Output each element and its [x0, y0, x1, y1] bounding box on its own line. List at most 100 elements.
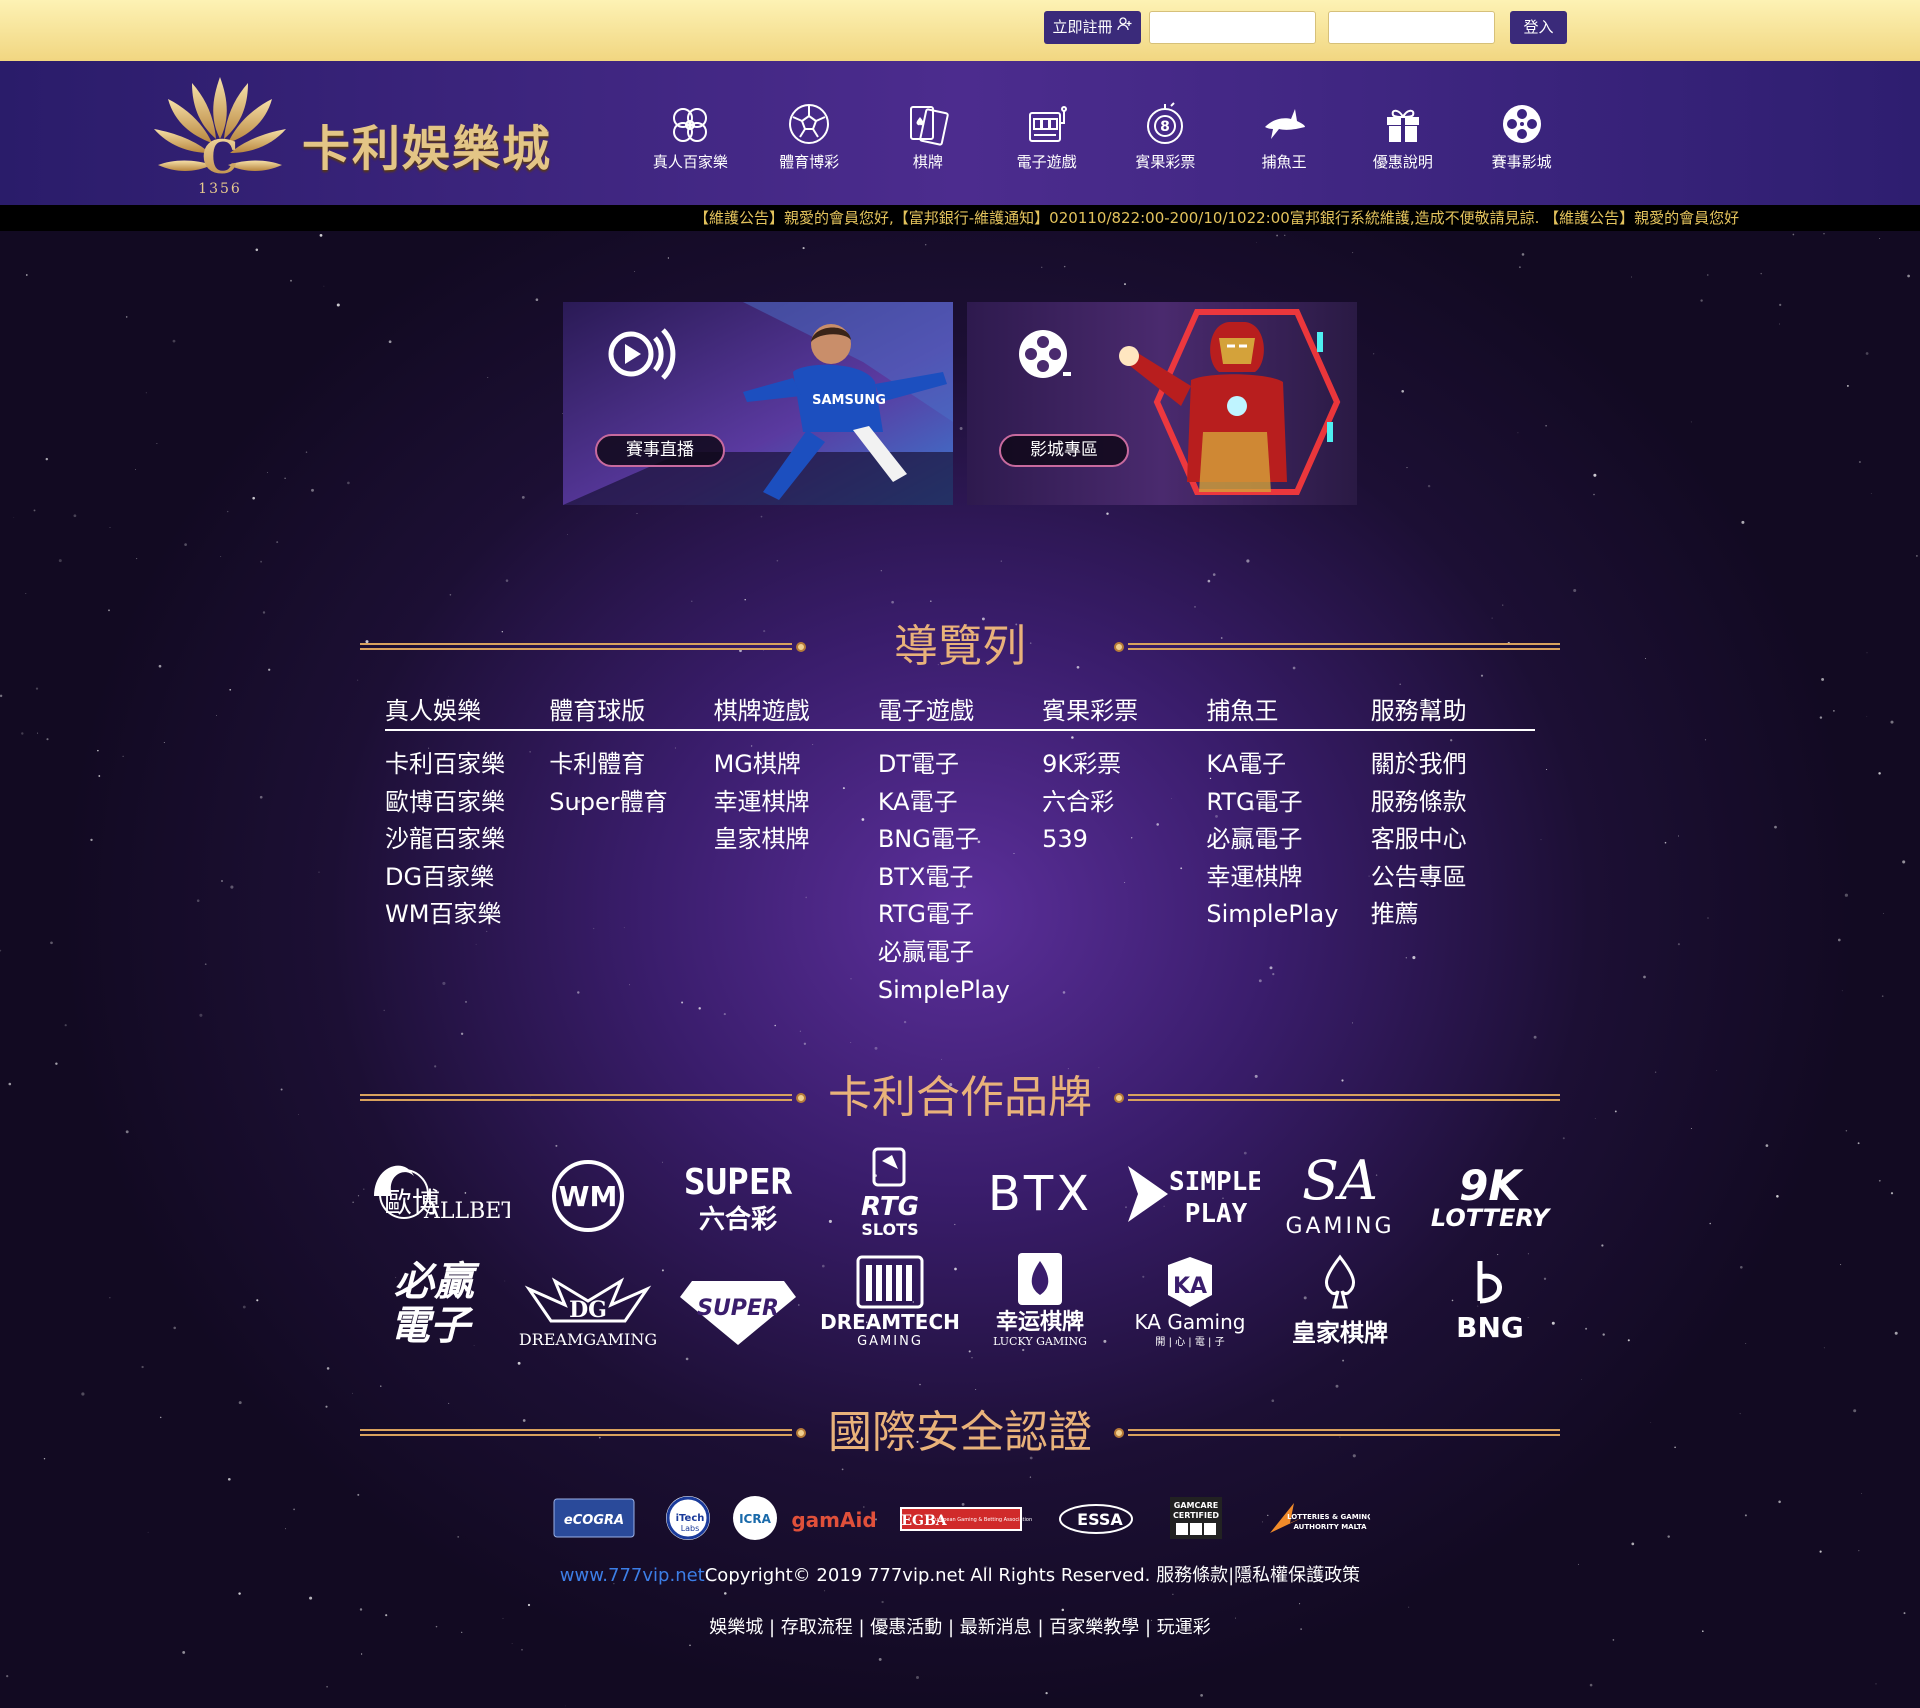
directory-link[interactable]: 必贏電子 [878, 934, 1042, 972]
star-dot [357, 679, 359, 681]
brand-super-lotto-logo[interactable]: SUPER 六合彩 [668, 1146, 808, 1236]
brand-9k-lottery-logo[interactable]: 9K LOTTERY [1420, 1146, 1560, 1236]
directory-link[interactable]: 六合彩 [1042, 784, 1206, 822]
directory-link[interactable]: 推薦 [1371, 896, 1535, 934]
directory-header[interactable]: 賓果彩票 [1042, 691, 1206, 729]
brand-allbet-logo[interactable]: 歐博 ALLBET [364, 1146, 516, 1236]
footer-site-link[interactable]: www.777vip.net [560, 1565, 705, 1586]
star-dot [1071, 736, 1074, 739]
directory-link[interactable]: 幸運棋牌 [714, 784, 878, 822]
username-input[interactable] [1149, 11, 1316, 44]
star-dot [919, 1383, 921, 1386]
brand-super-sports-logo[interactable]: SUPER [668, 1261, 808, 1351]
announcement-marquee[interactable]: 【維護公告】親愛的會員您好,【富邦銀行-維護通知】020110/822:00-2… [0, 205, 1920, 231]
directory-header[interactable]: 電子遊戲 [878, 691, 1042, 729]
directory-link[interactable]: BTX電子 [878, 859, 1042, 897]
promo-card-live[interactable]: SAMSUNG 賽事直播 [563, 302, 953, 505]
partners-title: 卡利合作品牌 [828, 1072, 1092, 1123]
star-dot [929, 600, 932, 603]
directory-link[interactable]: 客服中心 [1371, 821, 1535, 859]
nav-item-cinema[interactable]: 賽事影城 [1462, 101, 1581, 181]
star-dot [1709, 1222, 1711, 1225]
nav-item-baccarat[interactable]: 真人百家樂 [631, 101, 750, 181]
login-button[interactable]: 登入 [1510, 11, 1567, 44]
directory-link[interactable]: 卡利百家樂 [385, 746, 549, 784]
star-dot [1654, 1071, 1657, 1073]
directory-link[interactable]: 539 [1042, 821, 1206, 859]
brand-ka-gaming-logo[interactable]: KA KA Gaming 開 | 心 | 電 | 子 [1120, 1251, 1260, 1348]
directory-link[interactable]: RTG電子 [878, 896, 1042, 934]
nav-item-lottery[interactable]: 8 賓果彩票 [1106, 101, 1225, 181]
directory-link[interactable]: RTG電子 [1206, 784, 1370, 822]
nav-item-promotions[interactable]: 優惠說明 [1344, 101, 1463, 181]
brand-rtg-slots-logo[interactable]: RTG SLOTS [820, 1141, 960, 1239]
copyright-text[interactable]: Copyright© 2019 777vip.net All Rights Re… [705, 1565, 1360, 1586]
directory-header[interactable]: 棋牌遊戲 [714, 691, 878, 729]
directory-link[interactable]: DG百家樂 [385, 859, 549, 897]
directory-link[interactable]: BNG電子 [878, 821, 1042, 859]
brand-bibei-logo[interactable]: 必贏 電子 [364, 1251, 504, 1349]
directory-link[interactable]: 歐博百家樂 [385, 784, 549, 822]
directory-link[interactable]: KA電子 [878, 784, 1042, 822]
directory-link[interactable]: 沙龍百家樂 [385, 821, 549, 859]
register-button[interactable]: 立即註冊 [1044, 11, 1141, 44]
directory-link[interactable]: MG棋牌 [714, 746, 878, 784]
directory-header[interactable]: 真人娛樂 [385, 691, 549, 729]
svg-text:LOTTERIES & GAMING: LOTTERIES & GAMING [1287, 1513, 1370, 1521]
brand-btx-logo[interactable]: BTX [970, 1146, 1110, 1236]
directory-link[interactable]: 幸運棋牌 [1206, 859, 1370, 897]
footer-links[interactable]: 娛樂城 | 存取流程 | 優惠活動 | 最新消息 | 百家樂教學 | 玩運彩 [0, 1613, 1920, 1639]
star-dot [238, 1401, 242, 1405]
star-dot [226, 510, 229, 513]
star-dot [1645, 658, 1646, 660]
star-dot [691, 600, 693, 602]
brand-bng-logo[interactable]: BNG [1420, 1251, 1560, 1344]
directory-link[interactable]: 卡利體育 [549, 746, 713, 784]
brand-royal-chess-logo[interactable]: 皇家棋牌 [1270, 1251, 1410, 1347]
directory-link[interactable]: SimplePlay [878, 972, 1042, 1010]
directory-link[interactable]: SimplePlay [1206, 896, 1370, 934]
star-dot [1041, 266, 1043, 268]
star-dot [172, 339, 176, 343]
star-dot [1502, 604, 1504, 606]
directory-link[interactable]: DT電子 [878, 746, 1042, 784]
star-dot [1700, 299, 1703, 302]
brand-lucky-gaming-logo[interactable]: 幸运棋牌 LUCKY GAMING [970, 1251, 1110, 1348]
directory-link[interactable]: 公告專區 [1371, 859, 1535, 897]
brand-dreamtech-logo[interactable]: DREAMTECH GAMING [820, 1251, 960, 1349]
login-bar: 立即註冊 登入 [0, 0, 1920, 61]
star-dot [1546, 768, 1548, 771]
nav-item-sports[interactable]: 體育博彩 [750, 101, 869, 181]
brand-sa-gaming-logo[interactable]: SA GAMING [1270, 1141, 1410, 1239]
star-dot [1256, 242, 1257, 243]
star-dot [689, 1644, 691, 1647]
svg-text:SUPER: SUPER [697, 1296, 779, 1321]
directory-link[interactable]: 必贏電子 [1206, 821, 1370, 859]
nav-item-slots[interactable]: 電子遊戲 [987, 101, 1106, 181]
certification-logos: eCOGRA iTechLabs ICRA gamAid EGBAEuropea… [553, 1496, 1370, 1540]
directory-link[interactable]: 皇家棋牌 [714, 821, 878, 859]
nav-item-chess-cards[interactable]: 棋牌 [869, 101, 988, 181]
star-dot [1819, 1550, 1822, 1553]
star-dot [460, 1032, 464, 1035]
directory-link[interactable]: Super體育 [549, 784, 713, 822]
directory-link[interactable]: 關於我們 [1371, 746, 1535, 784]
directory-link[interactable]: 服務條款 [1371, 784, 1535, 822]
star-dot [1581, 1379, 1582, 1381]
site-logo[interactable]: C 1356 卡利娛樂城 [150, 69, 560, 197]
star-dot [881, 1600, 884, 1604]
directory-link[interactable]: 9K彩票 [1042, 746, 1206, 784]
brand-dreamgaming-logo[interactable]: DG DREAMGAMING [515, 1261, 657, 1351]
brand-simpleplay-logo[interactable]: SIMPLE PLAY [1120, 1146, 1263, 1236]
gamaid-logo: gamAid [791, 1508, 876, 1532]
promo-card-cinema[interactable]: 影城專區 [967, 302, 1357, 505]
nav-item-fishing[interactable]: 捕魚王 [1225, 101, 1344, 181]
directory-link[interactable]: KA電子 [1206, 746, 1370, 784]
directory-link[interactable]: WM百家樂 [385, 896, 549, 934]
password-input[interactable] [1328, 11, 1495, 44]
brand-wm-logo[interactable]: WM [518, 1146, 658, 1236]
directory-header[interactable]: 服務幫助 [1371, 691, 1535, 729]
directory-header[interactable]: 體育球版 [549, 691, 713, 729]
directory-header[interactable]: 捕魚王 [1206, 691, 1370, 729]
main-content: SAMSUNG 賽事直播 影城專區 導覽列 真人娛樂 體育球版 棋牌遊戲 電子遊… [0, 231, 1920, 1708]
